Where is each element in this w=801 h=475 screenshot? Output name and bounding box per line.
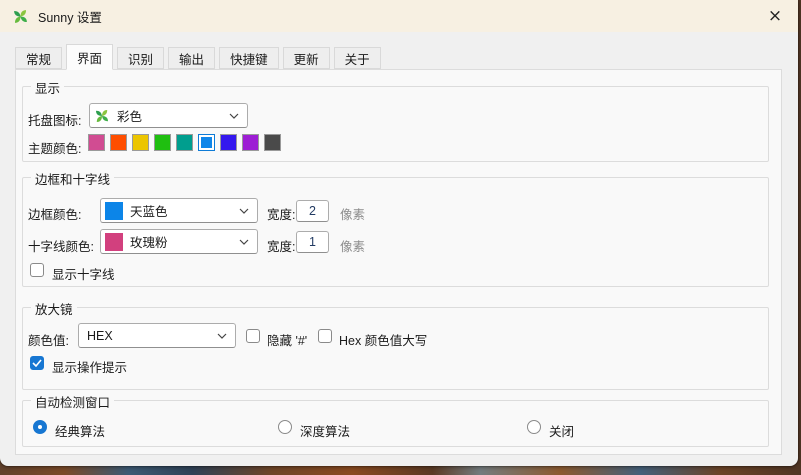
theme-swatch-green[interactable]	[154, 134, 171, 151]
window-title: Sunny 设置	[38, 7, 102, 26]
theme-swatch-gray[interactable]	[264, 134, 281, 151]
border-color-label: 边框颜色:	[28, 204, 81, 223]
cross-color-value: 玫瑰粉	[130, 232, 168, 251]
theme-swatch-orange[interactable]	[110, 134, 127, 151]
settings-dialog: Sunny 设置 × 常规 界面 识别 输出 快捷键 更新 关于 显示 托盘图标…	[0, 0, 798, 466]
tray-icon-value: 彩色	[117, 106, 142, 125]
cross-width-label: 宽度:	[267, 236, 295, 255]
show-tips-checkbox[interactable]	[30, 356, 44, 370]
show-crosshair-label: 显示十字线	[52, 264, 115, 283]
theme-swatch-pink[interactable]	[88, 134, 105, 151]
show-tips-label: 显示操作提示	[52, 357, 127, 376]
radio-classic-label: 经典算法	[55, 421, 105, 440]
tab-hotkeys[interactable]: 快捷键	[219, 47, 279, 69]
theme-swatch-teal[interactable]	[176, 134, 193, 151]
color-format-value: HEX	[87, 329, 113, 343]
cross-color-dropdown[interactable]: 玫瑰粉	[100, 229, 258, 254]
chevron-down-icon	[229, 113, 239, 119]
border-color-dropdown[interactable]: 天蓝色	[100, 198, 258, 223]
color-format-label: 颜色值:	[28, 330, 69, 349]
hex-uppercase-label: Hex 颜色值大写	[339, 330, 427, 349]
hex-uppercase-checkbox[interactable]	[318, 329, 332, 343]
app-icon	[12, 8, 29, 25]
cross-width-unit: 像素	[340, 236, 365, 255]
group-auto-detect-title: 自动检测窗口	[31, 392, 114, 411]
border-color-value: 天蓝色	[130, 201, 168, 220]
theme-color-swatches	[88, 134, 281, 151]
tray-color-swirl-icon	[94, 108, 110, 124]
hide-hash-checkbox[interactable]	[246, 329, 260, 343]
cross-color-label: 十字线颜色:	[28, 236, 94, 255]
theme-swatch-indigo[interactable]	[220, 134, 237, 151]
chevron-down-icon	[239, 239, 249, 245]
cross-width-input[interactable]	[296, 231, 329, 253]
chevron-down-icon	[239, 208, 249, 214]
cross-color-swatch	[105, 233, 123, 251]
radio-deep-label: 深度算法	[300, 421, 350, 440]
tab-about[interactable]: 关于	[334, 47, 381, 69]
theme-color-label: 主题颜色:	[28, 138, 81, 157]
radio-classic-algorithm[interactable]	[33, 420, 47, 434]
radio-off[interactable]	[527, 420, 541, 434]
close-icon[interactable]: ×	[752, 0, 798, 32]
tray-icon-label: 托盘图标:	[28, 110, 81, 129]
tab-recognition[interactable]: 识别	[117, 47, 164, 69]
titlebar: Sunny 设置 ×	[0, 0, 798, 32]
tab-update[interactable]: 更新	[283, 47, 330, 69]
theme-swatch-purple[interactable]	[242, 134, 259, 151]
tab-output[interactable]: 输出	[168, 47, 215, 69]
border-width-unit: 像素	[340, 204, 365, 223]
border-width-label: 宽度:	[267, 204, 295, 223]
tab-strip: 常规 界面 识别 输出 快捷键 更新 关于	[15, 44, 381, 70]
radio-off-label: 关闭	[549, 421, 574, 440]
group-border-title: 边框和十字线	[31, 169, 114, 188]
group-magnifier-title: 放大镜	[31, 299, 77, 318]
theme-swatch-gold[interactable]	[132, 134, 149, 151]
radio-deep-algorithm[interactable]	[278, 420, 292, 434]
border-width-input[interactable]	[296, 200, 329, 222]
hide-hash-label: 隐藏 '#'	[267, 330, 307, 349]
tab-interface[interactable]: 界面	[66, 44, 113, 70]
group-display-title: 显示	[31, 78, 64, 97]
chevron-down-icon	[217, 333, 227, 339]
tray-icon-dropdown[interactable]: 彩色	[89, 103, 248, 128]
group-auto-detect: 自动检测窗口	[22, 400, 769, 447]
color-format-dropdown[interactable]: HEX	[78, 323, 236, 348]
border-color-swatch	[105, 202, 123, 220]
tab-general[interactable]: 常规	[15, 47, 62, 69]
theme-swatch-blue-selected[interactable]	[198, 134, 215, 151]
show-crosshair-checkbox[interactable]	[30, 263, 44, 277]
